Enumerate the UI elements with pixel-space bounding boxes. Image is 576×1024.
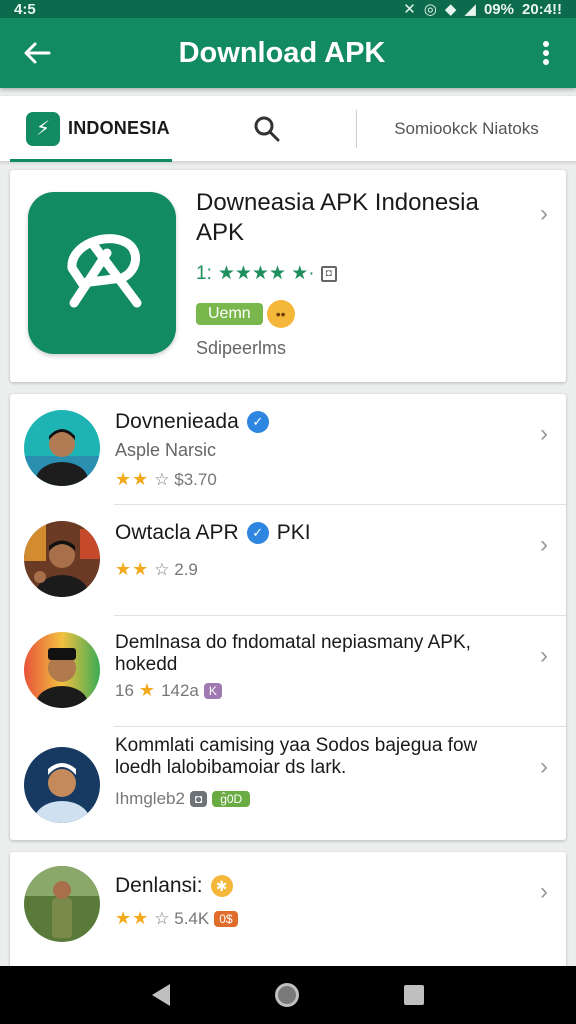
list-item[interactable]: Owtacla APR ✓ PKI ★★ ☆ 2.9 › [10,505,566,616]
list-item[interactable]: Kommlati camising yaa Sodos bajegua fow … [10,727,566,838]
star-rating-icon: ★★ [115,908,150,928]
smiley-emoji-icon: •• [266,300,295,328]
list-item-tag: ɡ̂0D [212,791,251,807]
app-list-card: Dovnenieada ✓ Asple Narsic ★★ ☆ $3.70 › [10,394,566,840]
app-bar: Download APK [0,18,576,88]
featured-rating-stars: ★★★★ ★· [217,263,315,284]
wifi-icon: ◆ [444,1,457,18]
featured-badge: Uemn [196,303,263,325]
tab-extra[interactable]: Somiookck Niatoks [357,119,576,139]
list-item-text: Denlansi: ✱ ★★ ☆ 5.4K 0$ [115,874,514,929]
chevron-right-icon: › [540,531,548,558]
featured-rating-prefix: 1: [196,262,212,284]
list-item[interactable]: Demlnasa do fndomatal nepiasmany APK, ho… [10,616,566,727]
system-nav-bar [0,966,576,1024]
tab-indonesia-label: INDONESIA [68,118,170,138]
list-item-meta-text: ☆ 5.4K [154,908,210,928]
bottom-list-card: Denlansi: ✱ ★★ ☆ 5.4K 0$ › [10,852,566,972]
badge-icon: ✱ [210,875,233,897]
list-item-meta-text: ☆ 2.9 [154,559,198,579]
list-item-tag: K [203,682,222,699]
list-item-meta: ★★ ☆ $3.70 [115,469,514,490]
avatar [24,747,100,823]
list-item-meta-text: ☆ $3.70 [154,469,217,489]
list-item-text: Kommlati camising yaa Sodos bajegua fow … [115,735,514,809]
list-item-meta: ★★ ☆ 5.4K 0$ [115,908,514,929]
package-icon: ◘ [320,265,337,282]
list-item-title: Kommlati camising yaa Sodos bajegua fow … [115,735,478,778]
arrow-left-icon [24,42,51,64]
nav-home-icon[interactable] [274,983,299,1007]
chevron-right-icon: › [540,753,548,780]
chevron-right-icon: › [540,878,548,905]
featured-rating: 1: ★★★★ ★· ◘ [196,262,337,285]
tab-indonesia[interactable]: ⚡ INDONESIA [0,96,178,162]
list-item-meta: ★★ ☆ 2.9 [115,559,514,580]
avatar [24,410,100,486]
app-logo-icon [67,234,142,308]
list-item-title: Dovnenieada ✓ [115,410,514,434]
list-item-tag: ◘ [189,791,208,807]
signal-icon: ◢ [464,1,476,18]
star-rating-icon: ★★ [115,469,150,489]
mute-icon: ✕ [403,1,416,18]
list-item-tag: 0$ [214,910,238,927]
featured-app-card[interactable]: Downeasia APK Indonesia APK 1: ★★★★ ★· ◘… [10,170,566,382]
verified-badge-icon: ✓ [246,411,269,433]
chevron-right-icon: › [540,642,548,669]
alarm-icon: ◎ [423,1,437,18]
status-time-right: 20:4!! [521,0,562,18]
back-button[interactable] [0,18,74,88]
search-icon [254,116,280,141]
featured-badge-row: Uemn •• [196,300,295,328]
list-item-title-suffix: PKI [276,521,311,544]
star-rating-icon: ★ [138,680,157,700]
list-item-title-text: Owtacla APR [115,521,239,544]
list-item-title: Demlnasa do fndomatal nepiasmany APK, ho… [115,632,471,675]
nav-back-icon[interactable] [152,984,171,1006]
search-button[interactable] [178,96,356,162]
avatar [24,866,100,942]
chevron-right-icon: › [540,420,548,447]
tab-bar: ⚡ INDONESIA Somiookck Niatoks [0,96,576,162]
more-vert-icon [543,41,549,65]
list-item-subtitle: Asple Narsic [115,440,217,460]
list-item-meta-text: Ihmgleb2 [115,789,185,808]
status-icons: ✕ ◎ ◆ ◢ 09% 20:4!! [403,0,562,19]
list-item-meta: 16 ★ 142a K [115,680,514,701]
nav-recents-icon[interactable] [403,985,424,1005]
status-time-left: 4:5 [14,0,36,18]
overflow-menu-button[interactable] [516,18,576,88]
list-item-meta-prefix: 16 [115,680,134,700]
list-item-text: Dovnenieada ✓ Asple Narsic ★★ ☆ $3.70 [115,410,514,490]
list-item-meta: Ihmgleb2 ◘ ɡ̂0D [115,789,514,809]
chevron-right-icon: › [540,200,548,227]
list-item-meta-text: 142a [161,680,199,700]
status-bar: 4:5 ✕ ◎ ◆ ◢ 09% 20:4!! [0,0,576,18]
list-item-text: Owtacla APR ✓ PKI ★★ ☆ 2.9 [115,521,514,580]
featured-subtitle: Sdipeerlms [196,338,287,358]
page-title: Download APK [178,36,386,69]
avatar [24,521,100,597]
list-item-title-text: Denlansi: [115,874,203,897]
app-icon [28,192,176,354]
list-item-title: Owtacla APR ✓ PKI [115,521,514,545]
list-item-text: Demlnasa do fndomatal nepiasmany APK, ho… [115,632,514,701]
list-item[interactable]: Dovnenieada ✓ Asple Narsic ★★ ☆ $3.70 › [10,394,566,505]
list-item[interactable]: Denlansi: ✱ ★★ ☆ 5.4K 0$ › [10,852,566,963]
avatar [24,632,100,708]
star-rating-icon: ★★ [115,559,150,579]
featured-title: Downeasia APK Indonesia APK [196,189,479,246]
status-battery: 09% [483,0,514,18]
brand-logo-icon: ⚡ [26,111,60,146]
list-item-title: Denlansi: ✱ [115,874,514,898]
list-item-title-text: Dovnenieada [115,410,239,433]
verified-badge-icon: ✓ [246,522,269,544]
